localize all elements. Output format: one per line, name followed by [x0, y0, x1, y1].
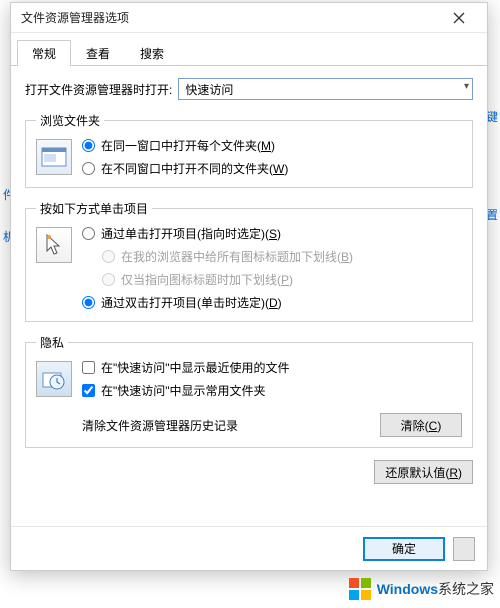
radio-double-click[interactable]: 通过双击打开项目(单击时选定)(D) — [82, 294, 462, 311]
tab-panel-general: 打开文件资源管理器时打开: 快速访问 ▾ 浏览文件夹 在同一窗口中打开每个文件夹… — [11, 66, 487, 526]
window-icon — [36, 139, 72, 175]
windows-logo-icon — [349, 578, 371, 600]
radio-double-label: 通过双击打开项目(单击时选定)( — [101, 296, 269, 310]
radio-underline-point-input — [102, 273, 115, 286]
privacy-group: 隐私 在"快速访问"中显示最近使用的文件 在"快速访问"中显示常用文件夹 清 — [25, 334, 473, 448]
hotkey: D — [269, 296, 278, 310]
watermark-brand: Windows — [377, 581, 438, 597]
radio-single-label: 通过单击打开项目(指向时选定)( — [101, 227, 269, 241]
radio-diff-window[interactable]: 在不同窗口中打开不同的文件夹(W) — [82, 160, 462, 177]
radio-double-click-input[interactable] — [82, 296, 95, 309]
watermark-suffix: 系统之家 — [438, 581, 494, 597]
titlebar: 文件资源管理器选项 — [11, 3, 487, 33]
privacy-legend: 隐私 — [36, 334, 68, 351]
click-legend: 按如下方式单击项目 — [36, 200, 152, 217]
browse-legend: 浏览文件夹 — [36, 112, 104, 129]
open-explorer-label: 打开文件资源管理器时打开: — [25, 81, 172, 98]
dialog-footer: 确定 — [11, 526, 487, 570]
tab-search[interactable]: 搜索 — [125, 40, 179, 66]
check-recent-files[interactable]: 在"快速访问"中显示最近使用的文件 — [82, 359, 462, 376]
tab-strip: 常规 查看 搜索 — [11, 33, 487, 66]
watermark: Windows系统之家 — [349, 578, 494, 600]
history-icon — [36, 361, 72, 397]
restore-defaults-button[interactable]: 还原默认值(R) — [374, 460, 473, 484]
radio-same-label: 在同一窗口中打开每个文件夹( — [101, 139, 261, 153]
folder-options-dialog: 文件资源管理器选项 常规 查看 搜索 打开文件资源管理器时打开: 快速访问 ▾ … — [10, 2, 488, 571]
check-frequent-label: 在"快速访问"中显示常用文件夹 — [101, 382, 266, 399]
radio-underline-point: 仅当指向图标标题时加下划线(P) — [102, 271, 462, 288]
ok-button[interactable]: 确定 — [363, 537, 445, 561]
radio-underline-point-label: 仅当指向图标标题时加下划线( — [121, 273, 281, 287]
hotkey: R — [449, 466, 458, 480]
click-items-group: 按如下方式单击项目 通过单击打开项目(指向时选定)(S) 在我的浏览器中给所有图… — [25, 200, 473, 322]
dialog-title: 文件资源管理器选项 — [21, 9, 437, 26]
radio-underline-all-input — [102, 250, 115, 263]
check-recent-files-input[interactable] — [82, 361, 95, 374]
close-button[interactable] — [437, 4, 481, 32]
radio-single-click[interactable]: 通过单击打开项目(指向时选定)(S) — [82, 225, 462, 242]
open-explorer-select[interactable]: 快速访问 ▾ — [178, 78, 473, 100]
radio-single-click-input[interactable] — [82, 227, 95, 240]
check-frequent-folders[interactable]: 在"快速访问"中显示常用文件夹 — [82, 382, 462, 399]
check-recent-label: 在"快速访问"中显示最近使用的文件 — [101, 359, 290, 376]
truncated-button[interactable] — [453, 537, 475, 561]
clear-button[interactable]: 清除(C) — [380, 413, 462, 437]
radio-underline-all-label: 在我的浏览器中给所有图标标题加下划线( — [121, 250, 341, 264]
hotkey: P — [281, 273, 289, 287]
tab-view[interactable]: 查看 — [71, 40, 125, 66]
hotkey: B — [341, 250, 349, 264]
radio-diff-label: 在不同窗口中打开不同的文件夹( — [101, 162, 273, 176]
check-frequent-folders-input[interactable] — [82, 384, 95, 397]
open-explorer-value: 快速访问 — [185, 81, 233, 98]
cursor-icon — [36, 227, 72, 263]
radio-underline-all: 在我的浏览器中给所有图标标题加下划线(B) — [102, 248, 462, 265]
radio-same-window[interactable]: 在同一窗口中打开每个文件夹(M) — [82, 137, 462, 154]
hotkey: W — [273, 162, 284, 176]
radio-same-window-input[interactable] — [82, 139, 95, 152]
tab-general[interactable]: 常规 — [17, 40, 71, 66]
open-explorer-row: 打开文件资源管理器时打开: 快速访问 ▾ — [25, 78, 473, 100]
clear-history-label: 清除文件资源管理器历史记录 — [82, 417, 238, 434]
browse-folders-group: 浏览文件夹 在同一窗口中打开每个文件夹(M) 在不同窗口中打开不同的文件夹(W) — [25, 112, 473, 188]
radio-diff-window-input[interactable] — [82, 162, 95, 175]
hotkey: S — [269, 227, 277, 241]
close-icon — [453, 12, 465, 24]
hotkey: M — [261, 139, 271, 153]
